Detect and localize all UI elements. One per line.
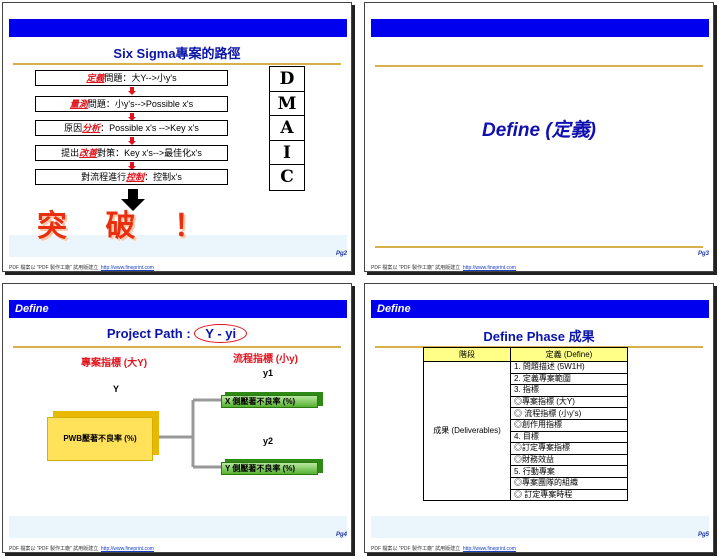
slide-4[interactable]: Define Define Phase 成果 階段 定義 (Define) 成果… bbox=[364, 283, 714, 553]
x-side-box: X 側壓著不良率 (%) bbox=[221, 392, 323, 408]
slide-2-title: Define (定義) bbox=[481, 120, 596, 141]
y1-label: y1 bbox=[263, 368, 274, 378]
footer: PDF 檔案以 "PDF 製作工廠" 試用版建立 http://www.fine… bbox=[9, 545, 154, 552]
table-row: ◎專案指標 (大Y) bbox=[510, 395, 628, 409]
table-row: ◎創作用指標 bbox=[510, 418, 628, 432]
page-number: Pg2 bbox=[335, 251, 347, 257]
step-keyword: 控制 bbox=[126, 172, 145, 182]
slide-3-header-bar: Define bbox=[9, 300, 347, 318]
footer: PDF 檔案以 "PDF 製作工廠" 試用版建立 http://www.fine… bbox=[371, 264, 516, 271]
table-row: ◎訂定專案指標 bbox=[510, 442, 628, 455]
gold-divider-bottom bbox=[375, 246, 703, 248]
page-number: Pg4 bbox=[335, 532, 347, 538]
page-number: Pg5 bbox=[697, 532, 709, 538]
y-label: Y bbox=[113, 384, 120, 394]
y-side-box: Y 側壓著不良率 (%) bbox=[221, 459, 323, 475]
footer-text: PDF 檔案以 "PDF 製作工廠" 試用版建立 bbox=[9, 546, 99, 552]
gold-divider bbox=[375, 65, 703, 67]
dmaic-letter: C bbox=[280, 167, 294, 188]
table-row: 5. 行動專案 bbox=[510, 465, 628, 478]
bottom-band bbox=[371, 516, 709, 538]
down-arrow-icon bbox=[128, 137, 136, 145]
col-stage-header: 階段 bbox=[423, 347, 511, 362]
table-row: ◎ 流程指標 (小y's) bbox=[510, 407, 628, 420]
define-phase-table: 階段 定義 (Define) 成果 (Deliverables) 1. 問題描述… bbox=[423, 347, 628, 502]
step-prefix: 原因 bbox=[64, 123, 83, 133]
y-side-text: Y 側壓著不良率 (%) bbox=[221, 462, 318, 475]
table-row: 2. 定義專案範圍 bbox=[510, 372, 628, 386]
step-text: 對策：Key x's-->最佳化x's bbox=[97, 148, 202, 158]
y2-label: y2 bbox=[263, 436, 274, 446]
main-y-box: PWB壓著不良率 (%) bbox=[47, 411, 159, 461]
dmaic-letter: D bbox=[270, 67, 304, 92]
title-circled: Y - yi bbox=[194, 324, 248, 343]
footer: PDF 檔案以 "PDF 製作工廠" 試用版建立 http://www.fine… bbox=[9, 264, 154, 271]
footer-text: PDF 檔案以 "PDF 製作工廠" 試用版建立 bbox=[371, 265, 461, 271]
slide-1[interactable]: Six Sigma專案的路徑 定義問題：大Y-->小y's 量測問題：小y's-… bbox=[2, 2, 352, 272]
connector-lines bbox=[158, 398, 221, 469]
table-row: ◎專案團隊的組織 bbox=[510, 476, 628, 490]
step-keyword: 分析 bbox=[82, 123, 101, 133]
footer: PDF 檔案以 "PDF 製作工廠" 試用版建立 http://www.fine… bbox=[371, 545, 516, 552]
table-row: ◎ 訂定專案時程 bbox=[510, 488, 628, 502]
step-text: ：控制x's bbox=[144, 172, 182, 182]
slide-3[interactable]: Define Project Path : Y - yi 專案指標 (大Y) 流… bbox=[2, 283, 352, 553]
footer-link[interactable]: http://www.fineprint.com bbox=[101, 265, 154, 271]
step-prefix: 對流程進行 bbox=[81, 172, 127, 182]
title-prefix: Project Path : bbox=[106, 326, 191, 341]
down-arrow-icon bbox=[128, 87, 136, 95]
slide-3-title: Project Path : Y - yi bbox=[3, 324, 351, 343]
bottom-band bbox=[9, 516, 347, 538]
step-keyword: 改善 bbox=[79, 148, 98, 158]
footer-link[interactable]: http://www.fineprint.com bbox=[463, 265, 516, 271]
main-y-text: PWB壓著不良率 (%) bbox=[47, 417, 153, 461]
footer-text: PDF 檔案以 "PDF 製作工廠" 試用版建立 bbox=[371, 546, 461, 552]
footer-link[interactable]: http://www.fineprint.com bbox=[463, 546, 516, 552]
step-measure: 量測問題：小y's-->Possible x's bbox=[35, 96, 228, 112]
step-improve: 提出改善對策：Key x's-->最佳化x's bbox=[35, 145, 228, 161]
table-row: 4. 目標 bbox=[510, 430, 628, 444]
gold-divider bbox=[13, 346, 341, 348]
process-indicator-label: 流程指標 (小y) bbox=[233, 354, 298, 365]
x-side-text: X 側壓著不良率 (%) bbox=[221, 395, 318, 408]
dmaic-letter: M bbox=[270, 92, 304, 117]
step-prefix: 提出 bbox=[61, 148, 80, 158]
step-text: 問題：大Y-->小y's bbox=[104, 73, 177, 83]
project-indicator-label: 專案指標 (大Y) bbox=[81, 358, 148, 369]
dmaic-column: D M A I C bbox=[269, 66, 305, 191]
footer-text: PDF 檔案以 "PDF 製作工廠" 試用版建立 bbox=[9, 265, 99, 271]
slide-2-header-bar bbox=[371, 19, 709, 37]
col-define-header: 定義 (Define) bbox=[510, 347, 628, 362]
dmaic-letter: I bbox=[270, 141, 304, 166]
step-text: 問題：小y's-->Possible x's bbox=[87, 99, 194, 109]
slide-1-header-bar bbox=[9, 19, 347, 37]
stage-cell: 成果 (Deliverables) bbox=[423, 360, 511, 502]
dmaic-letter: A bbox=[270, 116, 304, 141]
step-keyword: 量測 bbox=[69, 99, 88, 109]
slide-2[interactable]: Define (定義) Pg3 PDF 檔案以 "PDF 製作工廠" 試用版建立… bbox=[364, 2, 714, 272]
footer-link[interactable]: http://www.fineprint.com bbox=[101, 546, 154, 552]
step-text: ：Possible x's -->Key x's bbox=[100, 123, 199, 133]
table-row: 1. 問題描述 (5W1H) bbox=[510, 361, 628, 374]
slide-1-title: Six Sigma專案的路徑 bbox=[113, 46, 241, 61]
table-row: 3. 指標 bbox=[510, 384, 628, 397]
breakthrough-text: 突 破 ！ bbox=[37, 209, 218, 244]
table-row: ◎財務效益 bbox=[510, 453, 628, 467]
step-define: 定義問題：大Y-->小y's bbox=[35, 70, 228, 86]
step-control: 對流程進行控制：控制x's bbox=[35, 169, 228, 185]
page-number: Pg3 bbox=[697, 251, 709, 257]
step-analyze: 原因分析：Possible x's -->Key x's bbox=[35, 120, 228, 136]
slide-4-title: Define Phase 成果 bbox=[483, 329, 595, 344]
gold-divider bbox=[13, 63, 341, 65]
slide-4-header-bar: Define bbox=[371, 300, 709, 318]
step-keyword: 定義 bbox=[86, 73, 105, 83]
